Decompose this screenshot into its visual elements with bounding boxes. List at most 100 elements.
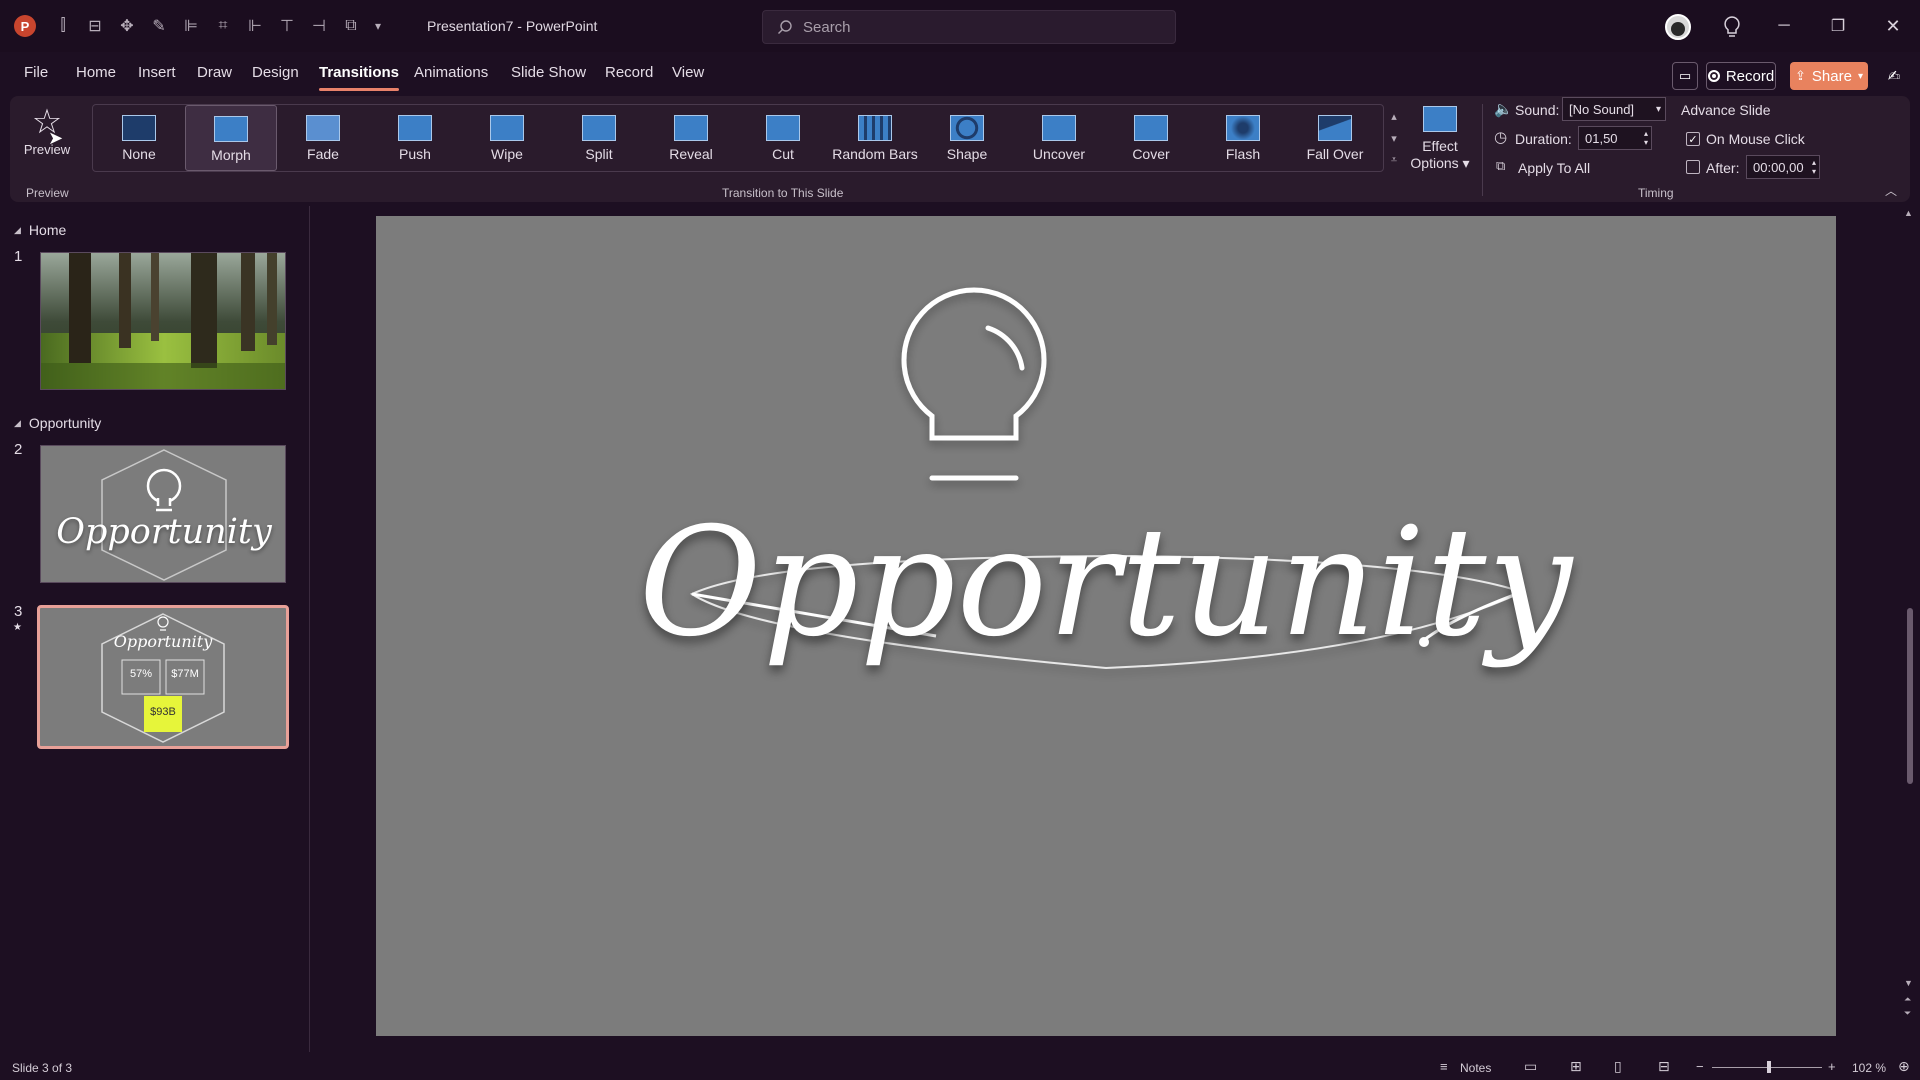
- cut-icon: [766, 115, 800, 141]
- scrollbar-thumb[interactable]: [1907, 608, 1913, 784]
- duration-input[interactable]: 01,50 ▴ ▾: [1578, 126, 1652, 150]
- fit-to-window-icon[interactable]: ⊕: [1898, 1058, 1910, 1075]
- reading-view-icon[interactable]: ▯: [1614, 1058, 1622, 1075]
- after-input[interactable]: 00:00,00 ▴ ▾: [1746, 155, 1820, 179]
- tab-design[interactable]: Design: [252, 64, 299, 81]
- tab-home[interactable]: Home: [76, 64, 116, 81]
- transition-reveal[interactable]: Reveal: [645, 105, 737, 171]
- gallery-scroll-up-icon[interactable]: ▴: [1386, 106, 1402, 126]
- spinner-icon[interactable]: ▴ ▾: [1812, 158, 1816, 176]
- normal-view-icon[interactable]: ▭: [1524, 1058, 1537, 1075]
- sound-dropdown[interactable]: [No Sound] ▾: [1562, 97, 1666, 121]
- transition-cut[interactable]: Cut: [737, 105, 829, 171]
- slide-canvas[interactable]: Opportunity: [376, 216, 1836, 1036]
- effect-options-button[interactable]: Effect Options ▾: [1404, 104, 1476, 184]
- tab-animations[interactable]: Animations: [414, 64, 488, 81]
- gallery-scroll-down-icon[interactable]: ▾: [1386, 128, 1402, 148]
- align-center-icon[interactable]: ⫿: [50, 14, 76, 38]
- powerpoint-logo-icon: P: [14, 15, 36, 37]
- close-icon[interactable]: ✕: [1873, 12, 1913, 40]
- effect-options-label-1: Effect: [1422, 138, 1458, 154]
- speaker-icon: 🔈: [1494, 101, 1513, 118]
- restore-icon[interactable]: ❐: [1818, 12, 1858, 40]
- after-checkbox[interactable]: [1686, 160, 1700, 174]
- tab-record[interactable]: Record: [605, 64, 653, 81]
- freeform-icon[interactable]: ✎: [146, 14, 172, 38]
- after-value: 00:00,00: [1753, 159, 1804, 175]
- transition-uncover[interactable]: Uncover: [1013, 105, 1105, 171]
- transition-flash[interactable]: Flash: [1197, 105, 1289, 171]
- align-top-icon[interactable]: ⊤: [274, 14, 300, 38]
- transition-fall-over[interactable]: Fall Over: [1289, 105, 1381, 171]
- duration-label: Duration:: [1515, 131, 1572, 147]
- comment-icon: ▭: [1678, 68, 1692, 83]
- customize-qat-icon[interactable]: ▾: [370, 14, 386, 38]
- group-objects-icon[interactable]: ⧉: [338, 14, 364, 38]
- tab-file[interactable]: File: [24, 64, 48, 81]
- align-bottom-icon[interactable]: ⊩: [242, 14, 268, 38]
- gallery-expand-icon[interactable]: ⩡: [1386, 150, 1402, 170]
- sound-label: Sound:: [1515, 102, 1560, 118]
- zoom-out-icon[interactable]: −: [1696, 1059, 1704, 1074]
- transition-random-bars[interactable]: Random Bars: [829, 105, 921, 171]
- tab-insert[interactable]: Insert: [138, 64, 176, 81]
- tab-transitions[interactable]: Transitions: [319, 64, 400, 91]
- slide-thumbnail-3[interactable]: Opportunity 57% $77M $93B: [37, 605, 289, 749]
- record-label: Record: [1725, 67, 1775, 85]
- apply-to-all-button[interactable]: Apply To All: [1518, 160, 1590, 176]
- lightbulb-ideas-icon[interactable]: [1722, 15, 1742, 39]
- record-dot-icon: [1707, 70, 1720, 82]
- transition-label: Cover: [1132, 146, 1170, 162]
- zoom-level[interactable]: 102 %: [1852, 1061, 1886, 1075]
- preview-button[interactable]: ☆ Preview: [20, 100, 74, 180]
- crop-icon[interactable]: ⌗: [210, 14, 236, 38]
- minimize-icon[interactable]: ─: [1764, 12, 1804, 40]
- tab-draw[interactable]: Draw: [197, 64, 232, 81]
- align-left-icon[interactable]: ⊫: [178, 14, 204, 38]
- zoom-slider-thumb[interactable]: [1767, 1061, 1772, 1073]
- vertical-scrollbar[interactable]: ▲ ▼ ⏶ ⏷: [1904, 208, 1916, 1028]
- tab-view[interactable]: View: [672, 64, 704, 81]
- slide-thumbnail-2[interactable]: Opportunity: [40, 445, 286, 583]
- comments-button[interactable]: ▭: [1672, 62, 1698, 90]
- slideshow-view-icon[interactable]: ⊟: [1658, 1058, 1670, 1075]
- transition-wipe[interactable]: Wipe: [461, 105, 553, 171]
- next-slide-icon[interactable]: ⏷: [1904, 1008, 1911, 1019]
- transition-cover[interactable]: Cover: [1105, 105, 1197, 171]
- slide-sorter-icon[interactable]: ⊞: [1570, 1058, 1582, 1075]
- transition-fade[interactable]: Fade: [277, 105, 369, 171]
- align-right-icon[interactable]: ⊣: [306, 14, 332, 38]
- slide-title[interactable]: Opportunity: [376, 496, 1836, 670]
- on-mouse-click-checkbox[interactable]: ✓: [1686, 132, 1700, 146]
- transition-push[interactable]: Push: [369, 105, 461, 171]
- effect-options-icon: [1423, 106, 1457, 132]
- section-header-home[interactable]: ◢ Home: [14, 222, 66, 238]
- transition-morph[interactable]: Morph: [185, 105, 277, 171]
- share-button[interactable]: ⇪ Share ▾: [1790, 62, 1868, 90]
- slide-thumbnail-1[interactable]: [40, 252, 286, 390]
- zoom-in-icon[interactable]: +: [1828, 1059, 1836, 1074]
- transition-shape[interactable]: Shape: [921, 105, 1013, 171]
- scroll-up-icon[interactable]: ▲: [1904, 208, 1913, 218]
- wipe-icon: [490, 115, 524, 141]
- transition-label: Reveal: [669, 146, 713, 162]
- scroll-down-icon[interactable]: ▼: [1904, 978, 1913, 988]
- notes-button[interactable]: Notes: [1460, 1061, 1491, 1075]
- section-header-opportunity[interactable]: ◢ Opportunity: [14, 415, 101, 431]
- shape-edit-icon[interactable]: ✥: [114, 14, 140, 38]
- copilot-icon[interactable]: ✍: [1880, 62, 1908, 90]
- record-button[interactable]: Record: [1706, 62, 1776, 90]
- search-input[interactable]: Search: [762, 10, 1176, 44]
- transition-none[interactable]: None: [93, 105, 185, 171]
- tab-slide-show[interactable]: Slide Show: [511, 64, 586, 81]
- transition-split[interactable]: Split: [553, 105, 645, 171]
- collapse-ribbon-icon[interactable]: ︿: [1885, 182, 1897, 199]
- spinner-icon[interactable]: ▴ ▾: [1644, 129, 1648, 147]
- align-middle-icon[interactable]: ⊟: [82, 14, 108, 38]
- status-bar: Slide 3 of 3 ≡ Notes ▭ ⊞ ▯ ⊟ − + 102 % ⊕: [0, 1054, 1920, 1080]
- cover-icon: [1134, 115, 1168, 141]
- previous-slide-icon[interactable]: ⏶: [1904, 994, 1911, 1005]
- shape-icon: [950, 115, 984, 141]
- avatar[interactable]: [1665, 14, 1691, 40]
- advance-slide-label: Advance Slide: [1681, 102, 1771, 118]
